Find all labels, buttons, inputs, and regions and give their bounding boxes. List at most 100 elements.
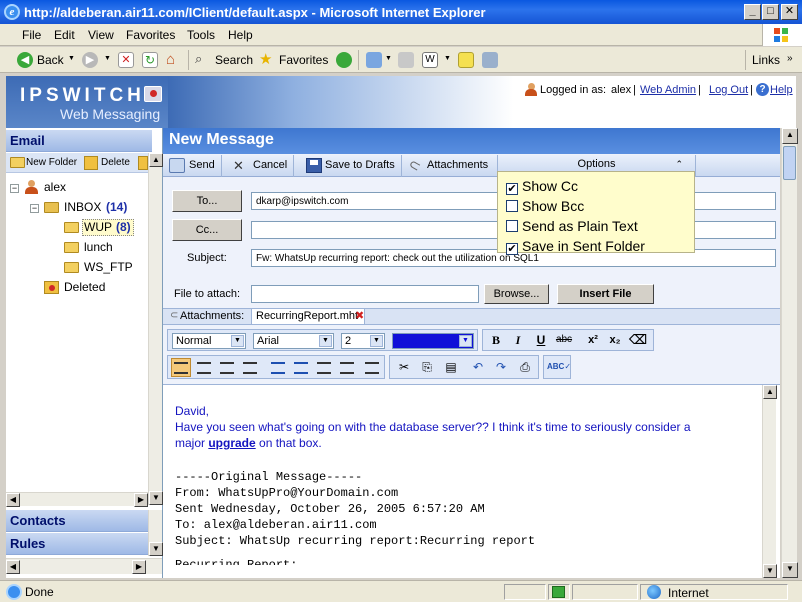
font-select[interactable]: Arial ▼: [253, 333, 334, 349]
tree-label-ws-ftp[interactable]: WS_FTP: [84, 260, 133, 274]
history-icon[interactable]: [336, 52, 352, 68]
redo-icon[interactable]: ↷: [491, 357, 511, 377]
tree-label-deleted[interactable]: Deleted: [64, 280, 105, 294]
forward-arrow-icon[interactable]: ▶: [82, 52, 98, 68]
print-icon[interactable]: [398, 52, 414, 68]
option-show-bcc[interactable]: Show Bcc: [506, 198, 584, 214]
show-cc-checkbox[interactable]: ✔: [506, 183, 518, 195]
scroll-down-icon[interactable]: ▼: [149, 542, 163, 556]
collapse-chevron-icon[interactable]: ⌃: [675, 159, 683, 170]
italic-button[interactable]: I: [508, 330, 528, 350]
mail-dropdown-icon[interactable]: ▼: [385, 55, 392, 62]
save-sent-label[interactable]: Save in Sent Folder: [522, 238, 645, 254]
web-admin-link[interactable]: Web Admin: [640, 84, 696, 96]
back-button-label[interactable]: Back: [37, 53, 64, 67]
tree-horizontal-scrollbar[interactable]: ◀ ▶: [6, 492, 148, 507]
remove-attachment-icon[interactable]: ✖: [355, 309, 364, 322]
menu-favorites[interactable]: Favorites: [126, 28, 175, 42]
attachments-button[interactable]: ⊂ Attachments: [401, 155, 498, 177]
color-select[interactable]: Blue ▼: [392, 333, 474, 349]
new-folder-button[interactable]: New Folder: [26, 157, 77, 168]
size-select[interactable]: 2 ▼: [341, 333, 385, 349]
show-bcc-checkbox[interactable]: [506, 200, 518, 212]
save-sent-checkbox[interactable]: ✔: [506, 243, 518, 255]
home-icon[interactable]: ⌂: [166, 52, 182, 68]
option-show-cc[interactable]: ✔ Show Cc: [506, 178, 578, 195]
plain-text-label[interactable]: Send as Plain Text: [522, 218, 638, 234]
attachment-filename[interactable]: RecurringReport.mht: [256, 310, 358, 322]
delete-folder-icon[interactable]: [84, 156, 98, 170]
bold-button[interactable]: B: [486, 330, 506, 350]
menu-tools[interactable]: Tools: [187, 28, 215, 42]
tree-label-inbox[interactable]: INBOX: [64, 200, 101, 214]
indent-icon[interactable]: [340, 362, 354, 374]
contacts-section-header[interactable]: Contacts: [6, 510, 152, 532]
align-center-icon[interactable]: [197, 362, 211, 374]
menu-file[interactable]: File: [22, 28, 41, 42]
scroll-right-icon[interactable]: ▶: [132, 560, 146, 574]
attachment-chip[interactable]: RecurringReport.mht ✖: [251, 309, 365, 324]
rules-section-header[interactable]: Rules: [6, 533, 152, 555]
superscript-button[interactable]: x²: [583, 330, 603, 350]
scroll-up-icon[interactable]: ▲: [782, 128, 798, 144]
justify-icon[interactable]: [243, 362, 257, 374]
menu-help[interactable]: Help: [228, 28, 253, 42]
to-button[interactable]: To...: [172, 190, 242, 212]
close-button[interactable]: ✕: [781, 4, 798, 20]
help-icon[interactable]: ?: [756, 83, 769, 96]
messenger-icon[interactable]: [482, 52, 498, 68]
refresh-icon[interactable]: ↻: [142, 52, 158, 68]
favorites-star-icon[interactable]: ★: [259, 50, 275, 68]
horizontal-rule-icon[interactable]: [365, 362, 379, 374]
pane-scrollbar[interactable]: ▼: [148, 510, 163, 556]
more-folder-icon[interactable]: [138, 156, 148, 170]
style-select[interactable]: Normal ▼: [172, 333, 246, 349]
chevron-down-icon[interactable]: ▼: [370, 335, 383, 347]
save-drafts-button[interactable]: Save to Drafts: [299, 155, 402, 177]
tree-vertical-scrollbar[interactable]: ▲ ▼: [148, 153, 163, 505]
insert-file-button[interactable]: Insert File: [557, 284, 654, 304]
plain-text-checkbox[interactable]: [506, 220, 518, 232]
links-label[interactable]: Links: [752, 53, 780, 67]
numbered-list-icon[interactable]: [294, 362, 308, 374]
word-icon[interactable]: W: [422, 52, 438, 68]
option-plain-text[interactable]: Send as Plain Text: [506, 218, 638, 234]
menu-view[interactable]: View: [88, 28, 114, 42]
collapse-icon[interactable]: −: [10, 184, 19, 193]
scroll-up-icon[interactable]: ▲: [149, 153, 163, 167]
scroll-down-icon[interactable]: ▼: [782, 562, 798, 578]
collapse-icon[interactable]: −: [30, 204, 39, 213]
menu-edit[interactable]: Edit: [54, 28, 75, 42]
underline-button[interactable]: U: [531, 330, 551, 350]
outdent-icon[interactable]: [317, 362, 331, 374]
undo-icon[interactable]: ↶: [468, 357, 488, 377]
discuss-icon[interactable]: [458, 52, 474, 68]
paste-icon[interactable]: ▤: [441, 357, 461, 377]
chevron-down-icon[interactable]: ▼: [319, 335, 332, 347]
option-save-sent[interactable]: ✔ Save in Sent Folder: [506, 238, 645, 255]
search-icon[interactable]: ⌕: [195, 51, 211, 67]
help-link[interactable]: Help: [770, 84, 793, 96]
message-body[interactable]: David, Have you seen what's going on wit…: [175, 403, 760, 565]
stop-icon[interactable]: ✕: [118, 52, 134, 68]
show-cc-label[interactable]: Show Cc: [522, 178, 578, 194]
page-vertical-scrollbar[interactable]: ▲ ▼: [781, 128, 798, 578]
editor-vertical-scrollbar[interactable]: ▲ ▼: [762, 385, 777, 578]
upgrade-link[interactable]: upgrade: [208, 436, 255, 450]
scroll-thumb[interactable]: [783, 146, 796, 180]
spellcheck-icon[interactable]: ABC✓: [547, 357, 571, 377]
scroll-left-icon[interactable]: ◀: [6, 560, 20, 574]
browse-button[interactable]: Browse...: [484, 284, 549, 304]
tree-label-alex[interactable]: alex: [44, 180, 66, 194]
align-right-icon[interactable]: [220, 362, 234, 374]
new-folder-icon[interactable]: [10, 157, 25, 168]
log-out-link[interactable]: Log Out: [709, 84, 748, 96]
scroll-right-icon[interactable]: ▶: [134, 493, 148, 507]
eraser-icon[interactable]: ⌫: [628, 330, 648, 350]
pane-horizontal-scrollbar[interactable]: ◀ ▶: [6, 558, 162, 574]
links-chevron-icon[interactable]: »: [787, 53, 793, 64]
favorites-button-label[interactable]: Favorites: [279, 53, 328, 67]
edit-dropdown-icon[interactable]: ▼: [444, 55, 451, 62]
chevron-down-icon[interactable]: ▼: [459, 335, 472, 347]
search-button-label[interactable]: Search: [215, 53, 253, 67]
